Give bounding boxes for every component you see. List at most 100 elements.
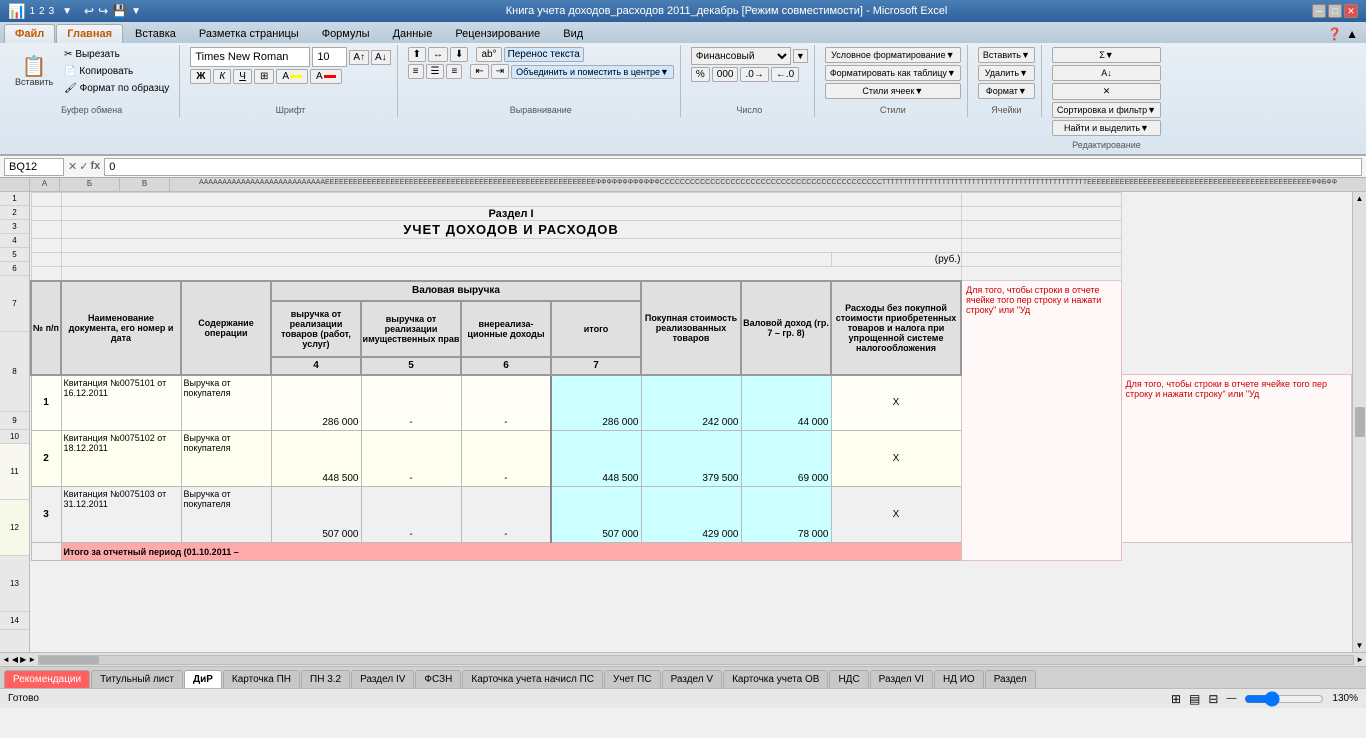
percent-button[interactable]: % bbox=[691, 67, 710, 82]
sort-filter-button[interactable]: Сортировка и фильтр▼ bbox=[1052, 102, 1161, 118]
cell-1-rest[interactable] bbox=[61, 193, 961, 207]
data-2-expenses[interactable]: X bbox=[831, 431, 961, 487]
number-format-select[interactable]: Финансовый Общий Числовой bbox=[691, 47, 791, 65]
cell-3-K[interactable] bbox=[961, 221, 1121, 239]
tab-review[interactable]: Рецензирование bbox=[444, 24, 551, 43]
cell-4-K[interactable] bbox=[961, 239, 1121, 253]
paste-button[interactable]: 📋 Вставить bbox=[10, 54, 58, 90]
scroll-prev-sheet[interactable]: ◀ bbox=[12, 655, 18, 664]
cell-section-title[interactable]: Раздел I bbox=[61, 207, 961, 221]
cell-4-A[interactable] bbox=[31, 239, 61, 253]
fill-color-button[interactable]: А bbox=[276, 69, 308, 84]
sheet-tab-ndio[interactable]: НД ИО bbox=[934, 670, 984, 688]
data-1-total[interactable]: 286 000 bbox=[551, 375, 641, 431]
sheet-tab-razd5[interactable]: Раздел V bbox=[662, 670, 723, 688]
data-row-1[interactable]: 1 Квитанция №0075101 от 16.12.2011 Выруч… bbox=[31, 375, 1352, 431]
customize-qat-icon[interactable]: ▼ bbox=[131, 6, 141, 17]
cell-2-A[interactable] bbox=[31, 207, 61, 221]
cut-button[interactable]: ✂ Вырезать bbox=[60, 47, 173, 62]
data-3-total[interactable]: 507 000 bbox=[551, 487, 641, 543]
scroll-thumb[interactable] bbox=[1355, 407, 1365, 437]
data-2-total[interactable]: 448 500 bbox=[551, 431, 641, 487]
data-2-cost[interactable]: 379 500 bbox=[641, 431, 741, 487]
sheet-tab-kunchps[interactable]: Карточка учета начисл ПС bbox=[462, 670, 603, 688]
data-2-rev2[interactable]: - bbox=[361, 431, 461, 487]
tab-view[interactable]: Вид bbox=[552, 24, 594, 43]
cell-6-rest[interactable] bbox=[61, 267, 961, 281]
format-painter-button[interactable]: 🖌 Формат по образцу bbox=[60, 81, 173, 96]
min-ribbon-icon[interactable]: ▲ bbox=[1346, 27, 1358, 41]
formula-input[interactable] bbox=[104, 158, 1362, 176]
help-icon[interactable]: ❓ bbox=[1327, 27, 1342, 41]
format-as-table-button[interactable]: Форматировать как таблицу▼ bbox=[825, 65, 961, 81]
cell-reference-input[interactable] bbox=[4, 158, 64, 176]
scroll-h-thumb[interactable] bbox=[39, 656, 99, 664]
data-3-cost[interactable]: 429 000 bbox=[641, 487, 741, 543]
cell-3-A[interactable] bbox=[31, 221, 61, 239]
bold-button[interactable]: Ж bbox=[190, 69, 211, 84]
number-format-expand[interactable]: ▼ bbox=[793, 49, 808, 63]
save-icon[interactable]: 💾 bbox=[112, 4, 127, 18]
sheet-tab-fszn[interactable]: ФСЗН bbox=[415, 670, 461, 688]
data-3-gross[interactable]: 78 000 bbox=[741, 487, 831, 543]
data-3-rev1[interactable]: 507 000 bbox=[271, 487, 361, 543]
align-right-button[interactable]: ≡ bbox=[446, 64, 462, 79]
data-3-doc[interactable]: Квитанция №0075103 от 31.12.2011 bbox=[61, 487, 181, 543]
sheet-tab-dir[interactable]: ДиР bbox=[184, 670, 222, 688]
sheet-tab-nds[interactable]: НДС bbox=[829, 670, 868, 688]
scroll-next-sheet[interactable]: ▶ bbox=[20, 655, 26, 664]
sheet-tab-razd[interactable]: Раздел bbox=[985, 670, 1036, 688]
delete-cells-button[interactable]: Удалить▼ bbox=[978, 65, 1035, 81]
tab-data[interactable]: Данные bbox=[382, 24, 444, 43]
border-button[interactable]: ⊞ bbox=[254, 69, 274, 84]
sheet-tab-title[interactable]: Титульный лист bbox=[91, 670, 183, 688]
align-bottom-button[interactable]: ⬇ bbox=[450, 47, 468, 62]
sheet-tab-razd6[interactable]: Раздел VI bbox=[870, 670, 933, 688]
cell-5-K[interactable] bbox=[961, 253, 1121, 267]
underline-button[interactable]: Ч bbox=[233, 69, 252, 84]
horizontal-scrollbar[interactable]: ◄ ◀ ▶ ► ► bbox=[0, 652, 1366, 666]
data-2-rev1[interactable]: 448 500 bbox=[271, 431, 361, 487]
autosum-button[interactable]: Σ▼ bbox=[1052, 47, 1161, 63]
scroll-up-button[interactable]: ▲ bbox=[1356, 194, 1364, 203]
formula-cancel-icon[interactable]: ✕ bbox=[68, 160, 77, 173]
formula-function-icon[interactable]: fx bbox=[90, 160, 100, 173]
vertical-scrollbar[interactable]: ▲ ▼ bbox=[1352, 192, 1366, 652]
cell-6-K[interactable] bbox=[961, 267, 1121, 281]
cell-6-A[interactable] bbox=[31, 267, 61, 281]
data-1-rev3[interactable]: - bbox=[461, 375, 551, 431]
wrap-text-button[interactable]: Перенос текста bbox=[504, 47, 584, 62]
view-page-break-icon[interactable]: ⊟ bbox=[1208, 692, 1218, 706]
data-2-gross[interactable]: 69 000 bbox=[741, 431, 831, 487]
font-size-input[interactable] bbox=[312, 47, 347, 67]
cell-main-title[interactable]: УЧЕТ ДОХОДОВ И РАСХОДОВ bbox=[61, 221, 961, 239]
view-layout-icon[interactable]: ▤ bbox=[1189, 692, 1200, 706]
tab-file[interactable]: Файл bbox=[4, 24, 55, 43]
align-left-button[interactable]: ≡ bbox=[408, 64, 424, 79]
scroll-last-sheet[interactable]: ► bbox=[28, 655, 36, 664]
data-3-expenses[interactable]: X bbox=[831, 487, 961, 543]
sheet-tab-kpn[interactable]: Карточка ПН bbox=[223, 670, 300, 688]
align-center-button[interactable]: ☰ bbox=[426, 64, 445, 79]
data-1-rev2[interactable]: - bbox=[361, 375, 461, 431]
cell-2-K[interactable] bbox=[961, 207, 1121, 221]
sheet-tab-kuchov[interactable]: Карточка учета ОВ bbox=[723, 670, 828, 688]
scroll-down-button[interactable]: ▼ bbox=[1356, 641, 1364, 650]
format-cells-button[interactable]: Формат▼ bbox=[978, 83, 1035, 99]
data-1-gross[interactable]: 44 000 bbox=[741, 375, 831, 431]
maximize-button[interactable]: □ bbox=[1328, 4, 1342, 18]
close-button[interactable]: ✕ bbox=[1344, 4, 1358, 18]
italic-button[interactable]: К bbox=[213, 69, 231, 84]
indent-less-button[interactable]: ⇤ bbox=[470, 64, 488, 79]
data-3-rev3[interactable]: - bbox=[461, 487, 551, 543]
decrease-font-button[interactable]: A↓ bbox=[371, 50, 391, 65]
clear-button[interactable]: ✕ bbox=[1052, 83, 1161, 100]
view-normal-icon[interactable]: ⊞ bbox=[1171, 692, 1181, 706]
scroll-right-button[interactable]: ► bbox=[1356, 655, 1364, 664]
minimize-button[interactable]: ─ bbox=[1312, 4, 1326, 18]
decrease-decimal-button[interactable]: ←.0 bbox=[771, 67, 799, 82]
copy-button[interactable]: 📄 Копировать bbox=[60, 64, 173, 79]
insert-cells-button[interactable]: Вставить▼ bbox=[978, 47, 1035, 63]
tab-home[interactable]: Главная bbox=[56, 24, 123, 43]
sheet-tab-rekom[interactable]: Рекомендации bbox=[4, 670, 90, 688]
